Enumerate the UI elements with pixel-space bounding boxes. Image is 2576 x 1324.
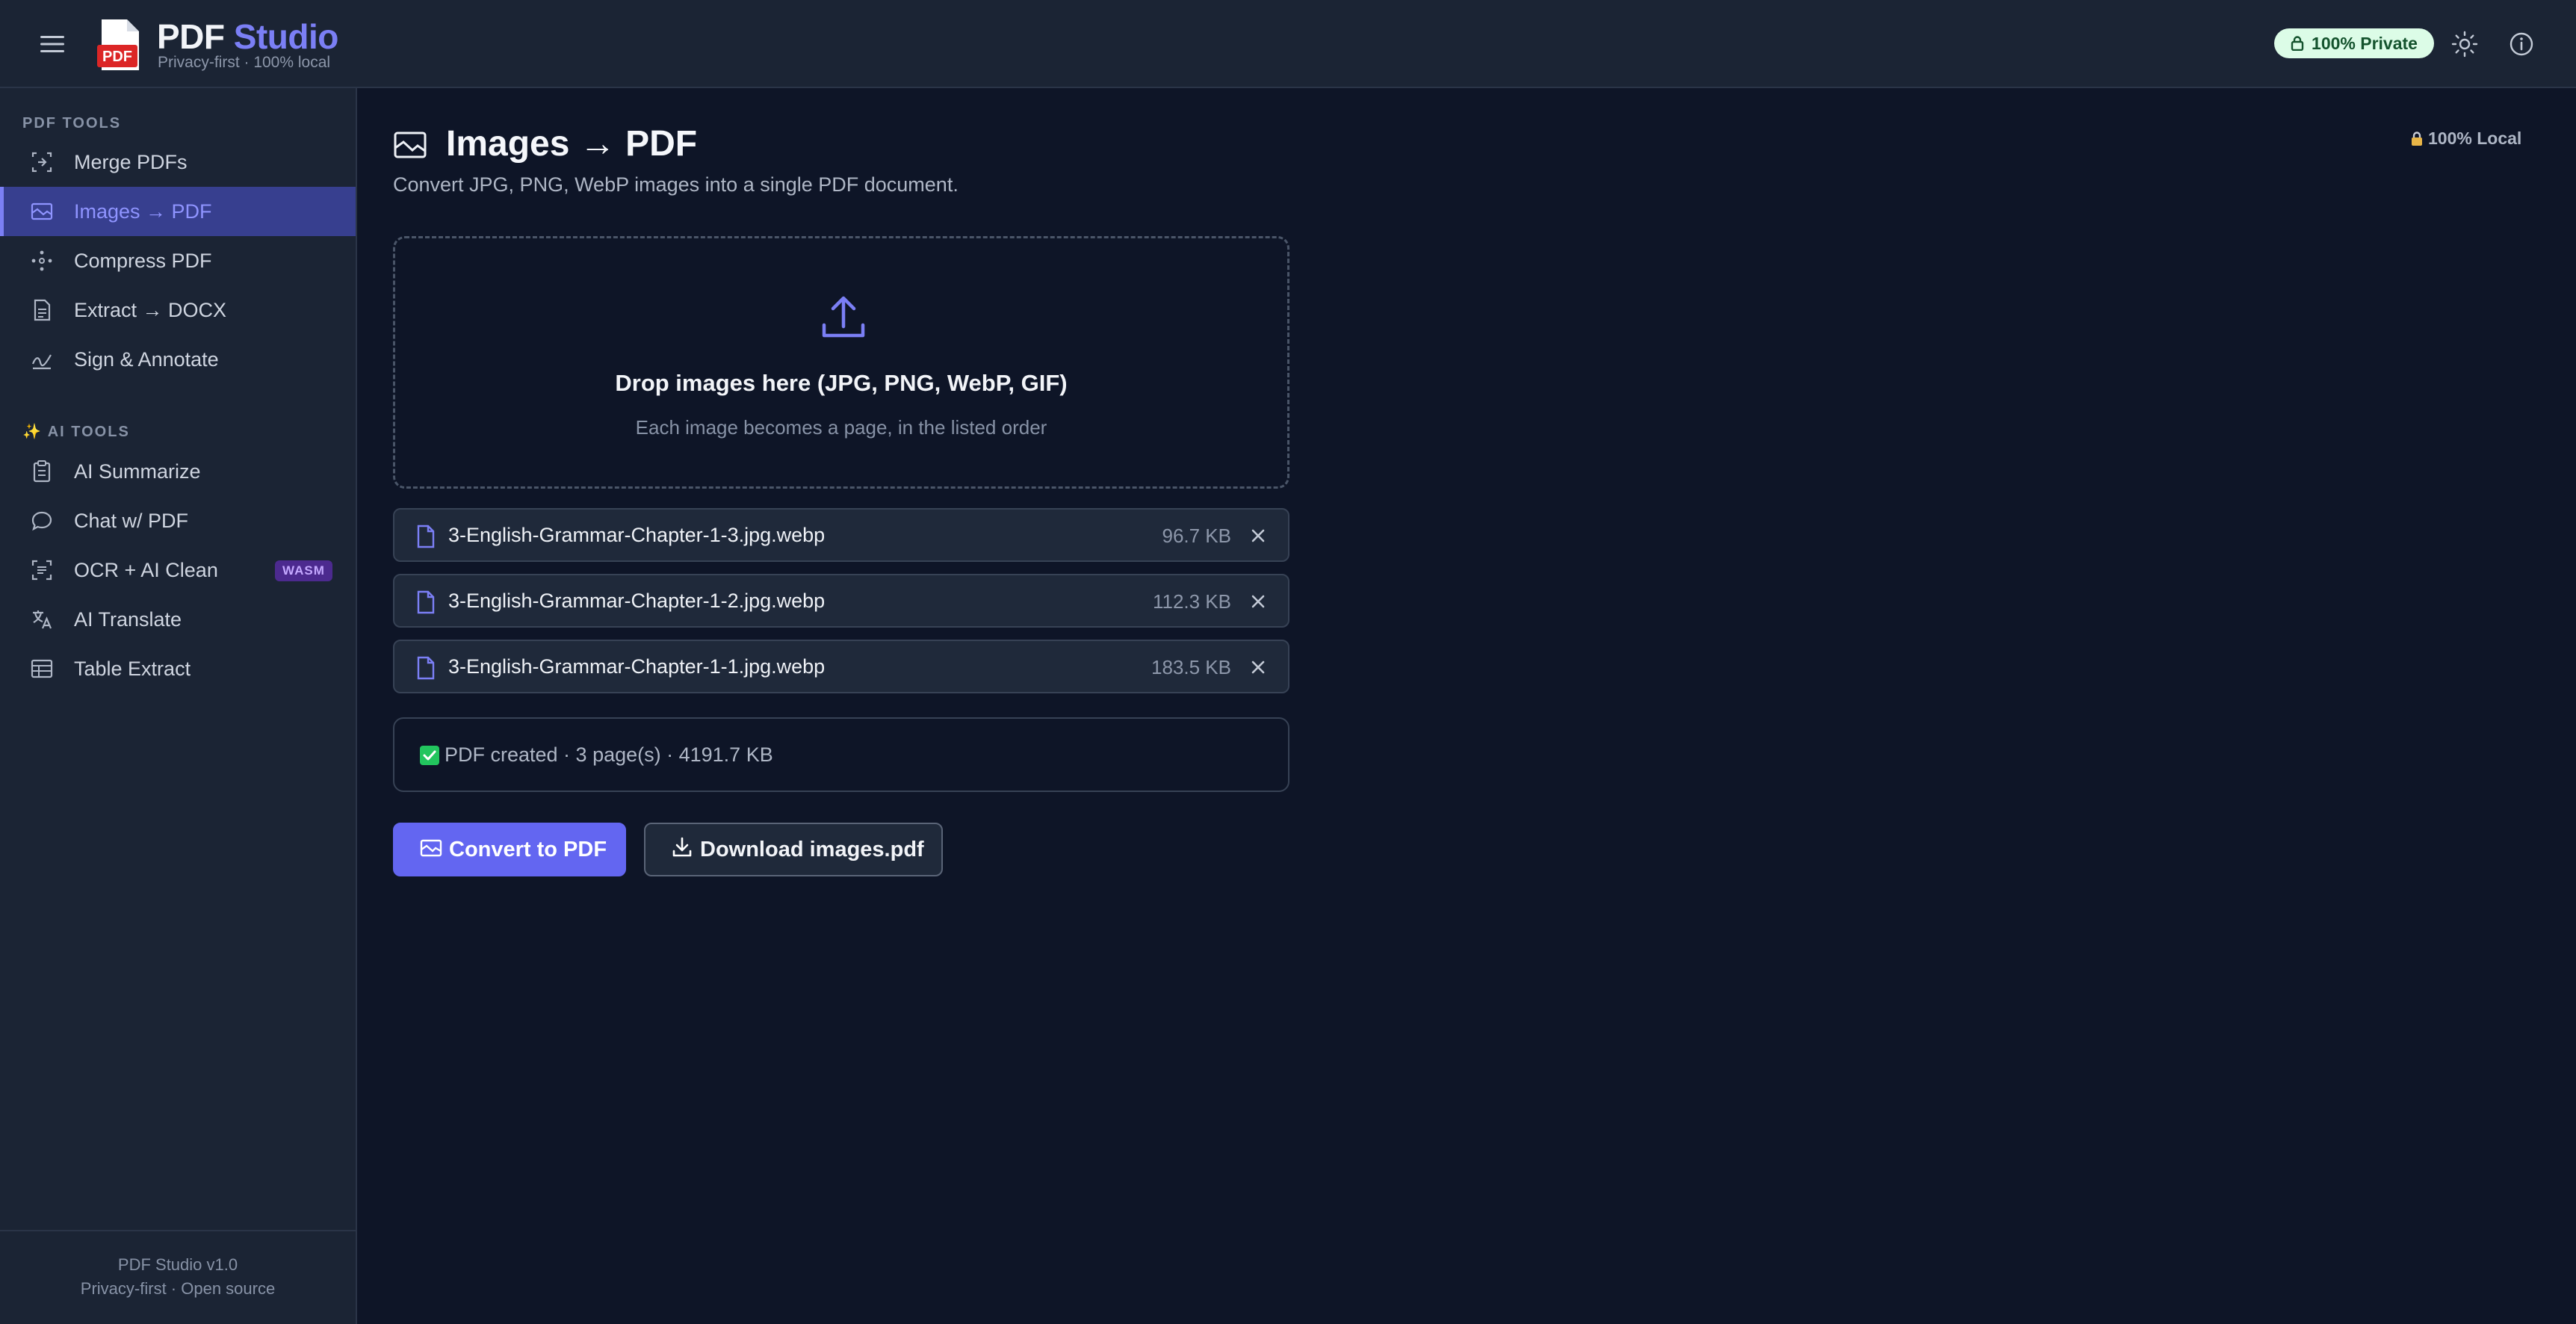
sidebar-item-merge-pdfs[interactable]: Merge PDFs xyxy=(0,137,356,187)
pdf-logo-icon: PDF xyxy=(97,19,139,70)
file-list-item: 3-English-Grammar-Chapter-1-2.jpg.webp 1… xyxy=(393,574,1289,628)
file-icon xyxy=(417,656,435,680)
status-text: PDF created · 3 page(s) · 4191.7 KB xyxy=(445,743,773,766)
wasm-badge: WASM xyxy=(275,560,332,581)
check-icon xyxy=(420,746,439,765)
merge-icon xyxy=(31,152,52,173)
download-button-label: Download images.pdf xyxy=(700,837,924,861)
sidebar-item-compress-pdf[interactable]: Compress PDF xyxy=(0,236,356,285)
sidebar-item-ai-translate[interactable]: AI Translate xyxy=(0,595,356,644)
clipboard-icon xyxy=(33,460,51,483)
footer-links[interactable]: Privacy-first · Open source xyxy=(0,1279,356,1299)
signature-icon xyxy=(31,354,52,370)
convert-button-label: Convert to PDF xyxy=(449,837,607,861)
convert-to-pdf-button[interactable]: Convert to PDF xyxy=(393,823,626,876)
sidebar-item-label: Sign & Annotate xyxy=(74,347,219,371)
sidebar-item-table-extract[interactable]: Table Extract xyxy=(0,644,356,693)
file-size: 112.3 KB xyxy=(1152,590,1231,613)
sidebar: PDF TOOLS Merge PDFs Images → PDF Compre… xyxy=(0,88,357,1324)
image-icon xyxy=(31,202,53,220)
logo-text: PDF xyxy=(102,49,132,65)
footer-version: PDF Studio v1.0 xyxy=(117,1255,238,1274)
download-pdf-button[interactable]: Download images.pdf xyxy=(644,823,943,876)
file-list-item: 3-English-Grammar-Chapter-1-3.jpg.webp 9… xyxy=(393,508,1289,562)
dropzone-title: Drop images here (JPG, PNG, WebP, GIF) xyxy=(615,370,1068,396)
sidebar-item-label: AI Summarize xyxy=(74,460,201,483)
sidebar-item-label: OCR + AI Clean xyxy=(74,558,218,581)
sidebar-item-ai-summarize[interactable]: AI Summarize xyxy=(0,447,356,496)
app-root: PDF PDF Studio Privacy-first · 100% loca… xyxy=(0,0,2576,1324)
brand-name: PDF Studio xyxy=(157,16,338,57)
brand-pdf: PDF xyxy=(157,17,225,56)
file-size: 96.7 KB xyxy=(1162,525,1231,547)
sidebar-item-chat-pdf[interactable]: Chat w/ PDF xyxy=(0,496,356,545)
page-subtitle: Convert JPG, PNG, WebP images into a sin… xyxy=(393,173,959,196)
sidebar-item-sign-annotate[interactable]: Sign & Annotate xyxy=(0,335,356,384)
image-icon xyxy=(420,839,442,857)
document-icon xyxy=(34,299,51,321)
section-title-pdf-tools: PDF TOOLS xyxy=(22,115,122,132)
file-icon xyxy=(417,525,435,548)
sidebar-item-extract-docx[interactable]: Extract → DOCX xyxy=(0,285,356,335)
private-badge: 100% Private xyxy=(2274,28,2434,58)
sidebar-item-label: Extract → DOCX xyxy=(74,298,227,321)
file-size: 183.5 KB xyxy=(1151,656,1231,678)
translate-icon xyxy=(33,610,52,629)
sidebar-item-label: AI Translate xyxy=(74,607,182,631)
brand-studio: Studio xyxy=(233,17,339,56)
scan-text-icon xyxy=(31,560,52,581)
brand-tagline: Privacy-first · 100% local xyxy=(158,54,331,71)
sidebar-item-label: Images → PDF xyxy=(74,199,212,223)
close-icon[interactable] xyxy=(1249,658,1267,676)
sidebar-item-label: Compress PDF xyxy=(74,249,212,272)
image-icon xyxy=(394,132,427,158)
section-title-ai-tools: ✨ AI TOOLS xyxy=(22,424,130,440)
image-dropzone[interactable]: Drop images here (JPG, PNG, WebP, GIF) E… xyxy=(393,236,1289,489)
top-bar: PDF PDF Studio Privacy-first · 100% loca… xyxy=(0,0,2576,88)
upload-icon xyxy=(822,296,865,338)
status-message: PDF created · 3 page(s) · 4191.7 KB xyxy=(393,717,1289,792)
dropzone-hint: Each image becomes a page, in the listed… xyxy=(635,416,1047,439)
file-name: 3-English-Grammar-Chapter-1-3.jpg.webp xyxy=(448,524,826,546)
compress-icon xyxy=(31,250,52,271)
lock-icon xyxy=(2291,36,2304,51)
private-badge-label: 100% Private xyxy=(2312,33,2418,53)
theme-toggle-sun-icon[interactable] xyxy=(2450,30,2479,58)
menu-icon[interactable] xyxy=(36,30,69,58)
local-chip-label: 100% Local xyxy=(2428,129,2522,148)
close-icon[interactable] xyxy=(1249,527,1267,545)
info-icon[interactable] xyxy=(2507,30,2536,58)
sidebar-item-label: Table Extract xyxy=(74,657,191,680)
table-icon xyxy=(31,659,53,678)
sidebar-footer: PDF Studio v1.0 Privacy-first · Open sou… xyxy=(0,1230,356,1324)
page-title: Images → PDF xyxy=(446,124,698,164)
file-name: 3-English-Grammar-Chapter-1-1.jpg.webp xyxy=(448,655,826,678)
file-name: 3-English-Grammar-Chapter-1-2.jpg.webp xyxy=(448,590,826,612)
sidebar-item-label: Merge PDFs xyxy=(74,150,188,173)
chat-bubble-icon xyxy=(31,511,52,531)
close-icon[interactable] xyxy=(1249,593,1267,610)
download-icon xyxy=(672,837,692,857)
local-chip: 100% Local xyxy=(2410,129,2521,149)
sidebar-item-ocr-ai-clean[interactable]: OCR + AI Clean WASM xyxy=(0,545,356,595)
sidebar-item-label: Chat w/ PDF xyxy=(74,509,189,532)
file-list-item: 3-English-Grammar-Chapter-1-1.jpg.webp 1… xyxy=(393,640,1289,693)
file-icon xyxy=(417,590,435,614)
lock-icon xyxy=(2412,131,2422,146)
sidebar-item-images-to-pdf[interactable]: Images → PDF xyxy=(0,187,356,236)
